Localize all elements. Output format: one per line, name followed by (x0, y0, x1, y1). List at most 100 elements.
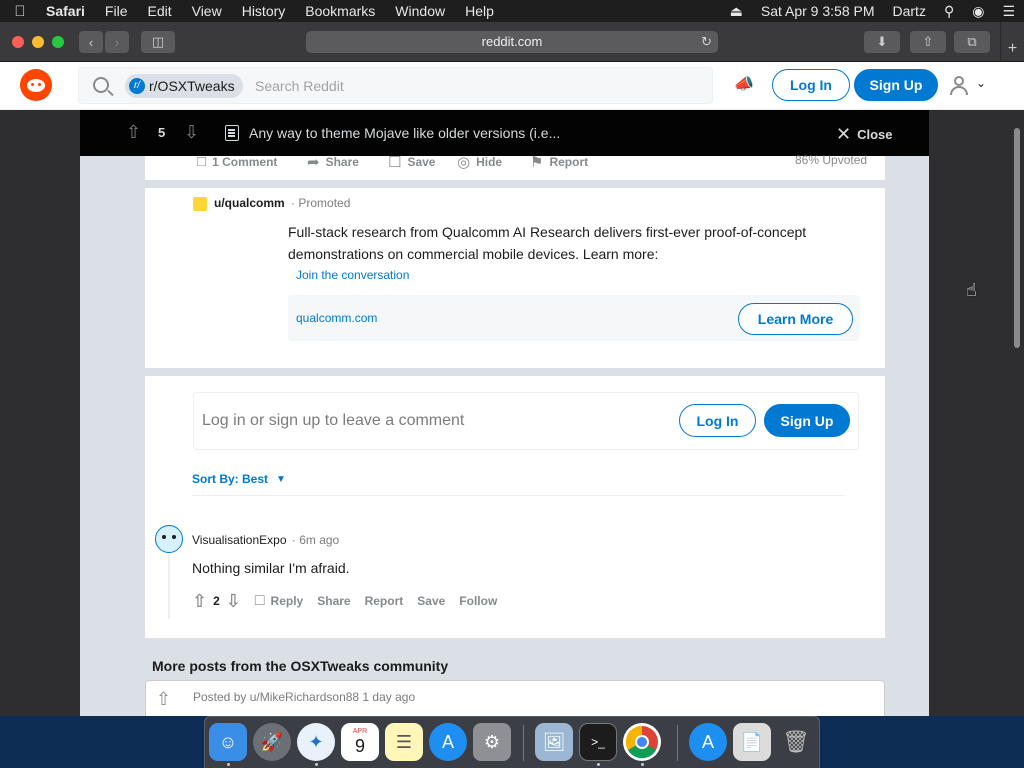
calendar-icon[interactable]: APR 9 (341, 723, 379, 761)
safari-toolbar: ‹ › ◫ reddit.com ↻ ⬇ ⇧ ⧉ + (0, 22, 1024, 62)
hide-button[interactable]: ◎ Hide (457, 153, 502, 171)
comments-section: Log in or sign up to leave a comment Log… (145, 376, 885, 638)
chevron-down-icon: ⌄ (976, 76, 987, 90)
save-button[interactable]: ☐ Save (388, 153, 435, 171)
menu-history[interactable]: History (232, 0, 296, 22)
downvote-icon[interactable]: ⇩ (184, 122, 199, 143)
forward-icon[interactable]: › (105, 31, 129, 53)
more-post-upvote-icon[interactable]: ⇧ (156, 689, 171, 710)
reddit-logo-icon[interactable] (20, 69, 52, 101)
post-title: Any way to theme Mojave like older versi… (249, 125, 561, 141)
eject-icon[interactable]: ⏏ (721, 0, 752, 22)
comment-share-button[interactable]: Share (317, 594, 350, 608)
trash-icon[interactable]: 🗑 (777, 723, 815, 761)
reply-button[interactable]: □ Reply (255, 592, 303, 610)
terminal-icon[interactable]: >_ (579, 723, 617, 761)
thread-line[interactable] (168, 555, 170, 619)
share-label: Share (325, 155, 359, 169)
header-signup-button[interactable]: Sign Up (854, 69, 938, 101)
launchpad-icon[interactable]: 🚀 (253, 723, 291, 761)
join-conversation-link[interactable]: Join the conversation (296, 268, 409, 282)
menu-app-safari[interactable]: Safari (40, 0, 95, 22)
new-tab-icon[interactable]: + (1000, 22, 1024, 62)
siri-icon[interactable]: ◉ (963, 0, 993, 22)
notes-icon[interactable]: ☰ (385, 723, 423, 761)
comment-report-button[interactable]: Report (365, 594, 404, 608)
share-icon[interactable]: ⇧ (910, 31, 946, 53)
notification-center-icon[interactable]: ☰ (993, 0, 1024, 22)
comment-save-button[interactable]: Save (417, 594, 445, 608)
learn-more-button[interactable]: Learn More (738, 303, 853, 335)
share-button[interactable]: ➦ Share (307, 153, 359, 171)
minimize-window-icon[interactable] (32, 36, 44, 48)
sort-dropdown[interactable]: Sort By: Best ▼ (192, 472, 286, 486)
preview-icon[interactable]: 🖼 (535, 723, 573, 761)
app-store-icon[interactable]: A (429, 723, 467, 761)
comment-login-button[interactable]: Log In (679, 404, 756, 437)
report-label: Report (549, 155, 589, 169)
dock-separator (523, 725, 524, 761)
promoted-domain[interactable]: qualcomm.com (296, 311, 377, 325)
user-icon-body (950, 86, 968, 95)
post-actions: □ 1 Comment ➦ Share ☐ Save ◎ Hide ⚑ Report 86… (145, 153, 885, 180)
system-preferences-icon[interactable]: ⚙ (473, 723, 511, 761)
search-input[interactable] (255, 74, 695, 98)
comments-button[interactable]: □ 1 Comment (197, 153, 277, 170)
downloads-icon[interactable]: ⬇ (864, 31, 900, 53)
comment-icon: □ (197, 153, 207, 170)
subreddit-chip[interactable]: r/ r/OSXTweaks (125, 74, 243, 98)
promoted-user[interactable]: u/qualcomm (214, 196, 285, 210)
chrome-icon[interactable] (623, 723, 661, 761)
header-login-button[interactable]: Log In (772, 69, 850, 101)
comment-follow-button[interactable]: Follow (459, 594, 497, 608)
scrollbar[interactable] (1012, 110, 1024, 716)
menu-bookmarks[interactable]: Bookmarks (295, 0, 385, 22)
promoted-link-box[interactable]: qualcomm.com Learn More (288, 295, 860, 341)
upvote-icon[interactable]: ⇧ (126, 122, 141, 143)
spotlight-icon[interactable]: ⚲ (935, 0, 963, 22)
comment-downvote-icon[interactable]: ⇩ (226, 591, 241, 612)
menu-view[interactable]: View (182, 0, 232, 22)
address-bar[interactable]: reddit.com ↻ (306, 31, 718, 53)
search-box[interactable]: r/ r/OSXTweaks (78, 67, 713, 104)
menu-window[interactable]: Window (385, 0, 455, 22)
finder-icon[interactable]: ☺ (209, 723, 247, 761)
save-label: Save (407, 155, 436, 169)
documents-stack-icon[interactable]: 📄 (733, 723, 771, 761)
close-post-button[interactable]: ✕ Close (836, 124, 893, 145)
close-window-icon[interactable] (12, 36, 24, 48)
sidebar-icon[interactable]: ◫ (141, 31, 175, 53)
user-icon (954, 76, 964, 86)
comment-time: 6m ago (299, 533, 340, 547)
advertise-megaphone-icon[interactable]: 📣 (732, 74, 756, 96)
menu-file[interactable]: File (95, 0, 138, 22)
app-store-folder-icon[interactable]: A (689, 723, 727, 761)
text-post-icon (225, 125, 239, 141)
menu-help[interactable]: Help (455, 0, 504, 22)
menu-edit[interactable]: Edit (137, 0, 181, 22)
promoted-byline: u/qualcomm · Promoted (214, 196, 351, 210)
comments-label: 1 Comment (212, 154, 278, 169)
comment-signup-button[interactable]: Sign Up (764, 404, 850, 437)
safari-icon[interactable]: ✦ (297, 723, 335, 761)
menubar-user[interactable]: Dartz (884, 0, 935, 22)
zoom-window-icon[interactable] (52, 36, 64, 48)
comment-body: Nothing similar I'm afraid. (192, 560, 350, 576)
apple-menu-icon[interactable]:  (0, 3, 40, 20)
dock: ☺ 🚀 ✦ APR 9 ☰ A ⚙ 🖼 >_ A 📄 🗑 (204, 716, 820, 768)
more-post-byline: Posted by u/MikeRichardson88 1 day ago (193, 690, 416, 704)
back-icon[interactable]: ‹ (79, 31, 103, 53)
reload-icon[interactable]: ↻ (701, 31, 712, 53)
tabs-overview-icon[interactable]: ⧉ (954, 31, 990, 53)
chrome-logo (625, 725, 658, 759)
report-button[interactable]: ⚑ Report (530, 153, 588, 171)
commenter-avatar[interactable] (155, 525, 183, 553)
upvote-ratio: 86% Upvoted (795, 153, 868, 167)
more-post-card[interactable]: ⇧ Posted by u/MikeRichardson88 1 day ago (145, 680, 885, 716)
comment-author[interactable]: VisualisationExpo (192, 533, 287, 547)
vote-count: 5 (158, 125, 166, 140)
user-menu[interactable]: ⌄ (950, 74, 990, 98)
menubar-clock[interactable]: Sat Apr 9 3:58 PM (752, 0, 884, 22)
scrollbar-thumb[interactable] (1014, 128, 1020, 348)
comment-upvote-icon[interactable]: ⇧ (192, 591, 207, 612)
